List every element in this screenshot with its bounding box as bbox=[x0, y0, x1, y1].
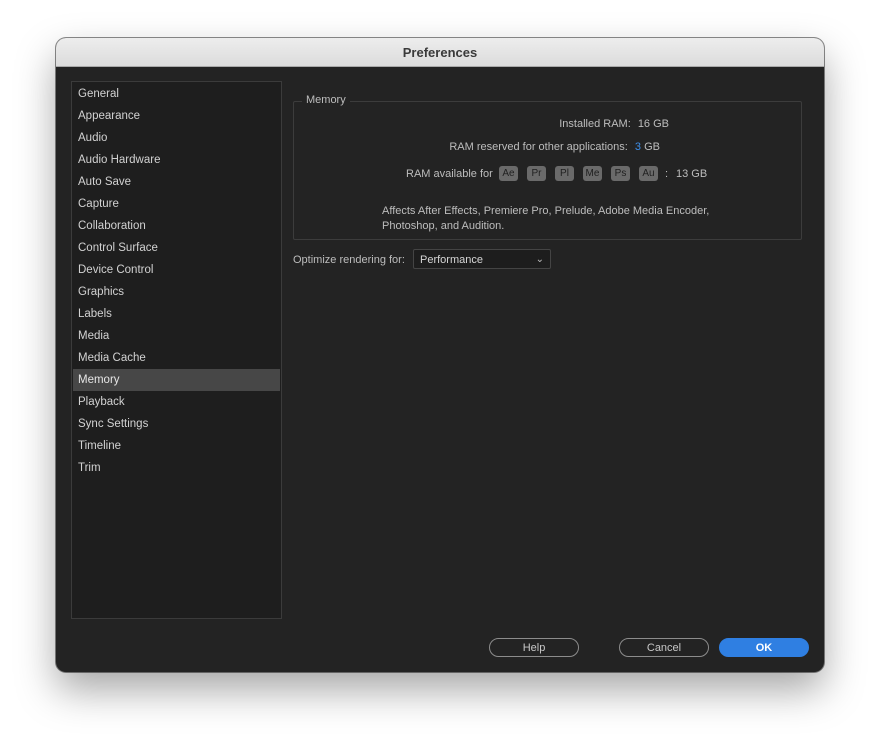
sidebar-item-timeline[interactable]: Timeline bbox=[73, 435, 280, 457]
reserved-ram-value[interactable]: 3 bbox=[635, 141, 641, 153]
sidebar-item-capture[interactable]: Capture bbox=[73, 193, 280, 215]
app-badge-pl: Pl bbox=[555, 166, 574, 181]
optimize-rendering-value: Performance bbox=[420, 254, 483, 266]
reserved-ram-row: RAM reserved for other applications: 3 G… bbox=[449, 141, 660, 153]
sidebar-item-media-cache[interactable]: Media Cache bbox=[73, 347, 280, 369]
app-badge-me: Me bbox=[583, 166, 602, 181]
reserved-ram-unit: GB bbox=[644, 141, 660, 153]
cancel-button[interactable]: Cancel bbox=[619, 638, 709, 657]
optimize-rendering-select[interactable]: Performance ⌄ bbox=[413, 249, 551, 269]
installed-ram-label: Installed RAM: bbox=[559, 118, 631, 130]
sidebar-item-device-control[interactable]: Device Control bbox=[73, 259, 280, 281]
sidebar-item-appearance[interactable]: Appearance bbox=[73, 105, 280, 127]
installed-ram-value: 16 GB bbox=[637, 118, 669, 130]
sidebar-item-auto-save[interactable]: Auto Save bbox=[73, 171, 280, 193]
app-badge-au: Au bbox=[639, 166, 658, 181]
help-button[interactable]: Help bbox=[489, 638, 579, 657]
app-badge-ae: Ae bbox=[499, 166, 518, 181]
sidebar-item-control-surface[interactable]: Control Surface bbox=[73, 237, 280, 259]
chevron-down-icon: ⌄ bbox=[535, 254, 544, 265]
sidebar-item-labels[interactable]: Labels bbox=[73, 303, 280, 325]
window-title: Preferences bbox=[402, 44, 478, 60]
memory-group-label: Memory bbox=[302, 94, 350, 106]
sidebar-item-trim[interactable]: Trim bbox=[73, 457, 280, 479]
sidebar-item-playback[interactable]: Playback bbox=[73, 391, 280, 413]
ok-button[interactable]: OK bbox=[719, 638, 809, 657]
sidebar-item-sync-settings[interactable]: Sync Settings bbox=[73, 413, 280, 435]
app-badges: Ae Pr Pl Me Ps Au bbox=[499, 166, 658, 181]
sidebar-item-memory[interactable]: Memory bbox=[73, 369, 280, 391]
preferences-dialog: Preferences General Appearance Audio Audio … bbox=[56, 38, 824, 672]
app-badge-ps: Ps bbox=[611, 166, 630, 181]
reserved-ram-label: RAM reserved for other applications: bbox=[449, 141, 628, 153]
sidebar-item-general[interactable]: General bbox=[73, 83, 280, 105]
app-badge-pr: Pr bbox=[527, 166, 546, 181]
sidebar-item-collaboration[interactable]: Collaboration bbox=[73, 215, 280, 237]
sidebar-item-audio-hardware[interactable]: Audio Hardware bbox=[73, 149, 280, 171]
memory-note: Affects After Effects, Premiere Pro, Pre… bbox=[382, 205, 710, 232]
sidebar-item-media[interactable]: Media bbox=[73, 325, 280, 347]
sidebar-item-graphics[interactable]: Graphics bbox=[73, 281, 280, 303]
available-ram-separator: : bbox=[665, 168, 669, 180]
preferences-sidebar: General Appearance Audio Audio Hardware Auto… bbox=[71, 81, 282, 619]
optimize-rendering-label: Optimize rendering for: bbox=[293, 254, 405, 266]
available-ram-value: 13 GB bbox=[676, 168, 708, 180]
title-bar[interactable]: Preferences bbox=[56, 38, 824, 67]
installed-ram-row: Installed RAM: 16 GB bbox=[559, 118, 669, 130]
available-ram-label: RAM available for bbox=[406, 168, 493, 180]
sidebar-item-audio[interactable]: Audio bbox=[73, 127, 280, 149]
